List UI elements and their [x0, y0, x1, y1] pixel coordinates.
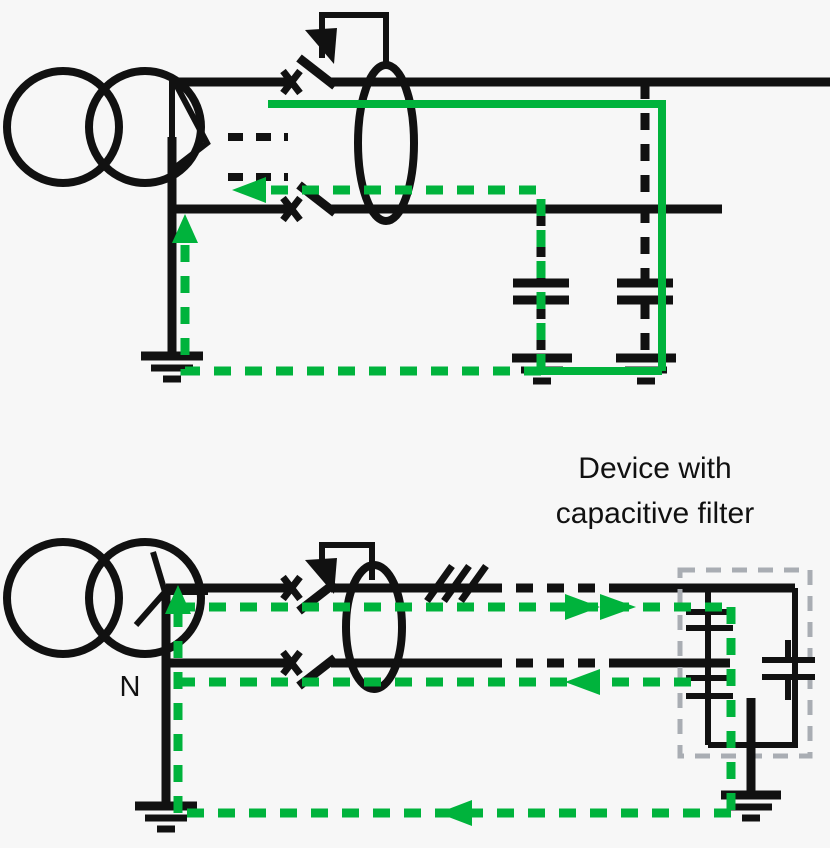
device-caption-line1: Device with — [578, 452, 731, 485]
diagram-canvas: Device with capacitive filter N — [0, 0, 830, 848]
device-caption-line2: capacitive filter — [556, 497, 754, 530]
circuit-diagram-root: Device with capacitive filter N — [0, 0, 830, 848]
neutral-label-N: N — [120, 671, 141, 703]
